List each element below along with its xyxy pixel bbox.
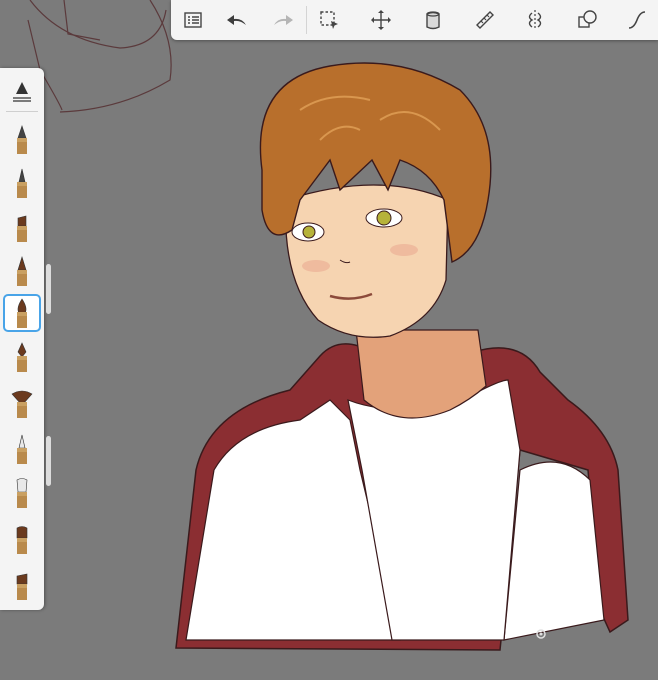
ink-nib-icon bbox=[17, 342, 27, 372]
move-arrows-icon bbox=[371, 10, 391, 30]
chisel-brush-icon bbox=[16, 573, 28, 600]
fan-brush-icon bbox=[11, 390, 33, 418]
marker-icon bbox=[17, 215, 27, 242]
airbrush-icon bbox=[17, 434, 27, 464]
layers-list-button[interactable] bbox=[177, 4, 209, 36]
brush-size-icon bbox=[13, 82, 31, 102]
palette-scroll-handle-lower[interactable] bbox=[46, 436, 51, 486]
palette-divider bbox=[6, 111, 38, 112]
brush-marker[interactable] bbox=[3, 208, 41, 246]
shapes-button[interactable] bbox=[571, 4, 603, 36]
undo-arrow-icon bbox=[227, 15, 246, 25]
brush-ink-nib[interactable] bbox=[3, 338, 41, 376]
brush-soft-brush[interactable] bbox=[3, 474, 41, 512]
ruler-button[interactable] bbox=[469, 4, 501, 36]
brush-chisel-brush[interactable] bbox=[3, 566, 41, 604]
pencil-fine-icon bbox=[17, 168, 27, 198]
shapes-icon bbox=[578, 10, 597, 28]
canvas-resize-handle[interactable] bbox=[536, 629, 546, 639]
undo-button[interactable] bbox=[221, 4, 253, 36]
pencil-icon bbox=[17, 125, 27, 154]
curve-icon bbox=[628, 11, 646, 29]
stroke-button[interactable] bbox=[621, 4, 653, 36]
brush-settings-button[interactable] bbox=[3, 72, 41, 110]
palette-scroll-handle[interactable] bbox=[46, 264, 51, 314]
flat-brush-icon bbox=[16, 526, 28, 554]
brush-pen[interactable] bbox=[3, 252, 41, 290]
toolbar-divider bbox=[306, 6, 307, 34]
pen-icon bbox=[17, 255, 27, 286]
brush-fan-brush[interactable] bbox=[3, 384, 41, 422]
redo-arrow-icon bbox=[274, 15, 293, 25]
symmetry-icon bbox=[528, 10, 542, 30]
brush-pencil-fine[interactable] bbox=[3, 164, 41, 202]
paint-bucket-icon bbox=[426, 11, 440, 30]
symmetry-button[interactable] bbox=[519, 4, 551, 36]
paintbrush-icon bbox=[17, 298, 27, 328]
brush-airbrush[interactable] bbox=[3, 430, 41, 468]
marquee-select-icon bbox=[320, 11, 338, 29]
list-icon bbox=[184, 12, 202, 28]
soft-brush-icon bbox=[16, 478, 28, 508]
selection-button[interactable] bbox=[313, 4, 345, 36]
transform-button[interactable] bbox=[365, 4, 397, 36]
drawing-canvas[interactable] bbox=[0, 0, 658, 680]
brush-flat-brush[interactable] bbox=[3, 520, 41, 558]
brush-pencil[interactable] bbox=[3, 120, 41, 158]
main-toolbar bbox=[171, 0, 658, 40]
ruler-icon bbox=[476, 11, 494, 29]
brush-paintbrush[interactable] bbox=[3, 294, 41, 332]
redo-button[interactable] bbox=[267, 4, 299, 36]
fill-button[interactable] bbox=[417, 4, 449, 36]
